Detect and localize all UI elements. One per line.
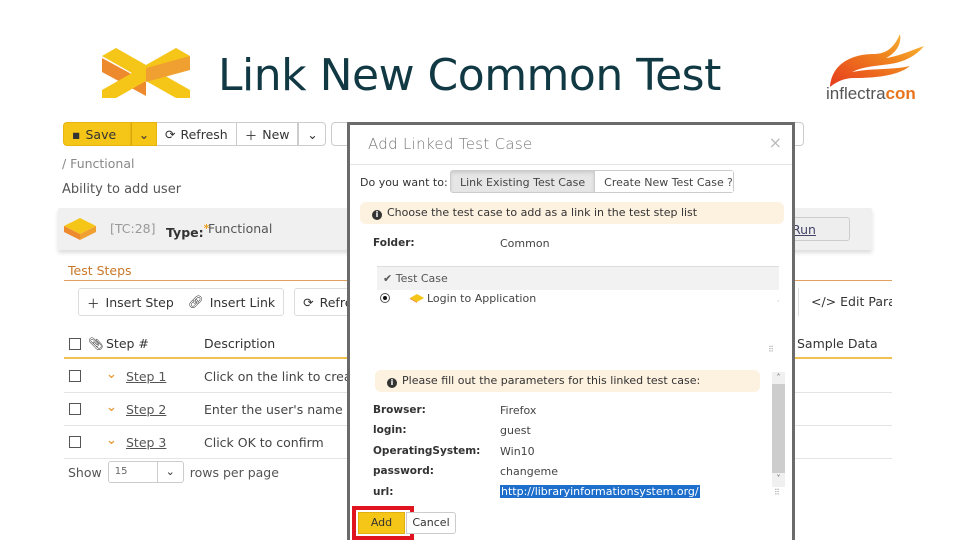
close-icon[interactable]: × [769,133,782,152]
scroll-thumb[interactable] [772,384,785,473]
param-name: OperatingSystem: [373,445,481,457]
param-name: url: [373,486,394,498]
column-header-sample-data[interactable]: Sample Data [797,336,878,351]
param-name: password: [373,465,434,477]
scroll-down-icon[interactable]: ˅ [772,473,785,485]
test-case-icon [410,294,424,303]
type-label: Type:* [166,222,210,241]
resize-grip-icon[interactable]: ⠿ [768,345,774,354]
main-toolbar: ▪ Save ⌄ ⟳ Refresh ＋ New ⌄ [63,122,350,146]
rows-per-page-label: rows per page [189,464,279,480]
mode-question: Do you want to: [360,176,448,189]
step-link[interactable]: Step 1 [126,369,166,384]
test-case-radio[interactable] [380,293,390,303]
step-description: Click OK to confirm [204,435,324,450]
link-existing-option[interactable]: Link Existing Test Case [451,171,596,192]
row-checkbox[interactable] [69,403,81,415]
step-description: Enter the user's name and [204,402,371,417]
spira-logo-icon [102,48,190,98]
folder-label: Folder: [373,237,415,249]
test-case-list-item[interactable]: Login to Application [377,290,779,312]
new-dropdown-button[interactable]: ⌄ [298,122,327,146]
mode-toggle: Link Existing Test Case Create New Test … [450,170,734,193]
show-label: Show [68,464,102,480]
step-link[interactable]: Step 2 [126,402,166,417]
param-value[interactable]: guest [500,424,531,437]
plus-icon: ＋ [87,295,100,311]
floppy-disk-icon: ▪ [72,126,81,142]
plus-icon: ＋ [244,127,258,143]
code-icon: </> [811,294,837,309]
create-new-option[interactable]: Create New Test Case [595,171,733,192]
test-case-list: ✔ Test Case Login to Application [377,266,779,312]
choose-info-alert: i Choose the test case to add as a link i… [360,202,784,224]
dialog-title: Add Linked Test Case [368,135,533,153]
row-checkbox[interactable] [69,370,81,382]
param-name: Browser: [373,404,426,416]
param-name: login: [373,424,407,436]
column-header-step[interactable]: Step # [106,336,149,351]
list-dot-icon: · [777,297,779,306]
resize-grip-icon[interactable]: ⠿ [774,488,780,497]
expand-chevron-icon[interactable]: ⌄ [106,400,117,415]
checkmark-icon: ✔ [383,272,393,285]
chevron-down-icon: ⌄ [307,126,318,142]
step-description: Click on the link to create [204,369,365,384]
parameters-info-alert: i Please fill out the parameters for this… [375,370,760,392]
edit-parameters-button[interactable]: </> Edit Parar [798,288,892,316]
row-checkbox[interactable] [69,436,81,448]
column-header-description[interactable]: Description [204,336,275,351]
help-icon[interactable]: ? [727,176,733,189]
param-value-url[interactable]: http://libraryinformationsystem.org/ [500,485,700,498]
refresh-icon: ⟳ [165,126,176,142]
refresh-icon: ⟳ [303,294,314,310]
page-size-select[interactable]: 15 ⌄ [107,461,184,483]
param-value[interactable]: Firefox [500,404,536,417]
slide-title: Link New Common Test [218,50,721,101]
link-icon: 🔗︎ [187,294,204,309]
select-all-checkbox[interactable] [69,338,81,350]
param-value[interactable]: Win10 [500,445,535,458]
attachment-icon: 📎︎ [88,336,104,351]
new-button[interactable]: ＋ New [236,122,299,146]
test-case-id: [TC:28] [110,221,156,236]
scroll-up-icon[interactable]: ˄ [772,372,785,384]
add-linked-test-case-dialog: Add Linked Test Case × Do you want to: L… [347,122,795,540]
expand-chevron-icon[interactable]: ⌄ [106,367,117,382]
insert-step-button[interactable]: ＋ Insert Step [87,293,174,312]
insert-button-group: ＋ Insert Step 🔗︎ Insert Link [78,288,285,316]
chevron-down-icon: ⌄ [138,126,150,142]
refresh-button[interactable]: ⟳ Refresh [157,122,237,146]
parameters-scrollbar[interactable]: ˄ ˅ [772,372,785,487]
add-button[interactable]: Add [358,512,405,534]
expand-chevron-icon[interactable]: ⌄ [106,433,117,448]
step-link[interactable]: Step 3 [126,435,166,450]
test-case-list-header: ✔ Test Case [377,267,779,290]
save-dropdown-button[interactable]: ⌄ [131,122,157,146]
info-icon: i [387,378,397,388]
insert-link-button[interactable]: 🔗︎ Insert Link [188,294,275,310]
cancel-button[interactable]: Cancel [406,512,456,534]
test-steps-section-title: Test Steps [68,263,132,278]
breadcrumb[interactable]: / Functional [62,156,135,171]
steps-toolbar: ＋ Insert Step 🔗︎ Insert Link ⟳ Refre [78,288,365,316]
test-case-icon [64,218,96,240]
dialog-divider [350,164,792,165]
chevron-down-icon: ⌄ [156,462,183,482]
folder-value: Common [500,237,550,250]
param-value[interactable]: changeme [500,465,558,478]
test-case-name: Ability to add user [62,182,182,197]
inflectracon-wordmark: inflectracon [826,84,916,103]
info-icon: i [372,210,382,220]
save-button[interactable]: ▪ Save [63,122,131,146]
pager: Show 15 ⌄ rows per page [68,461,279,483]
type-value[interactable]: Functional [208,221,272,236]
